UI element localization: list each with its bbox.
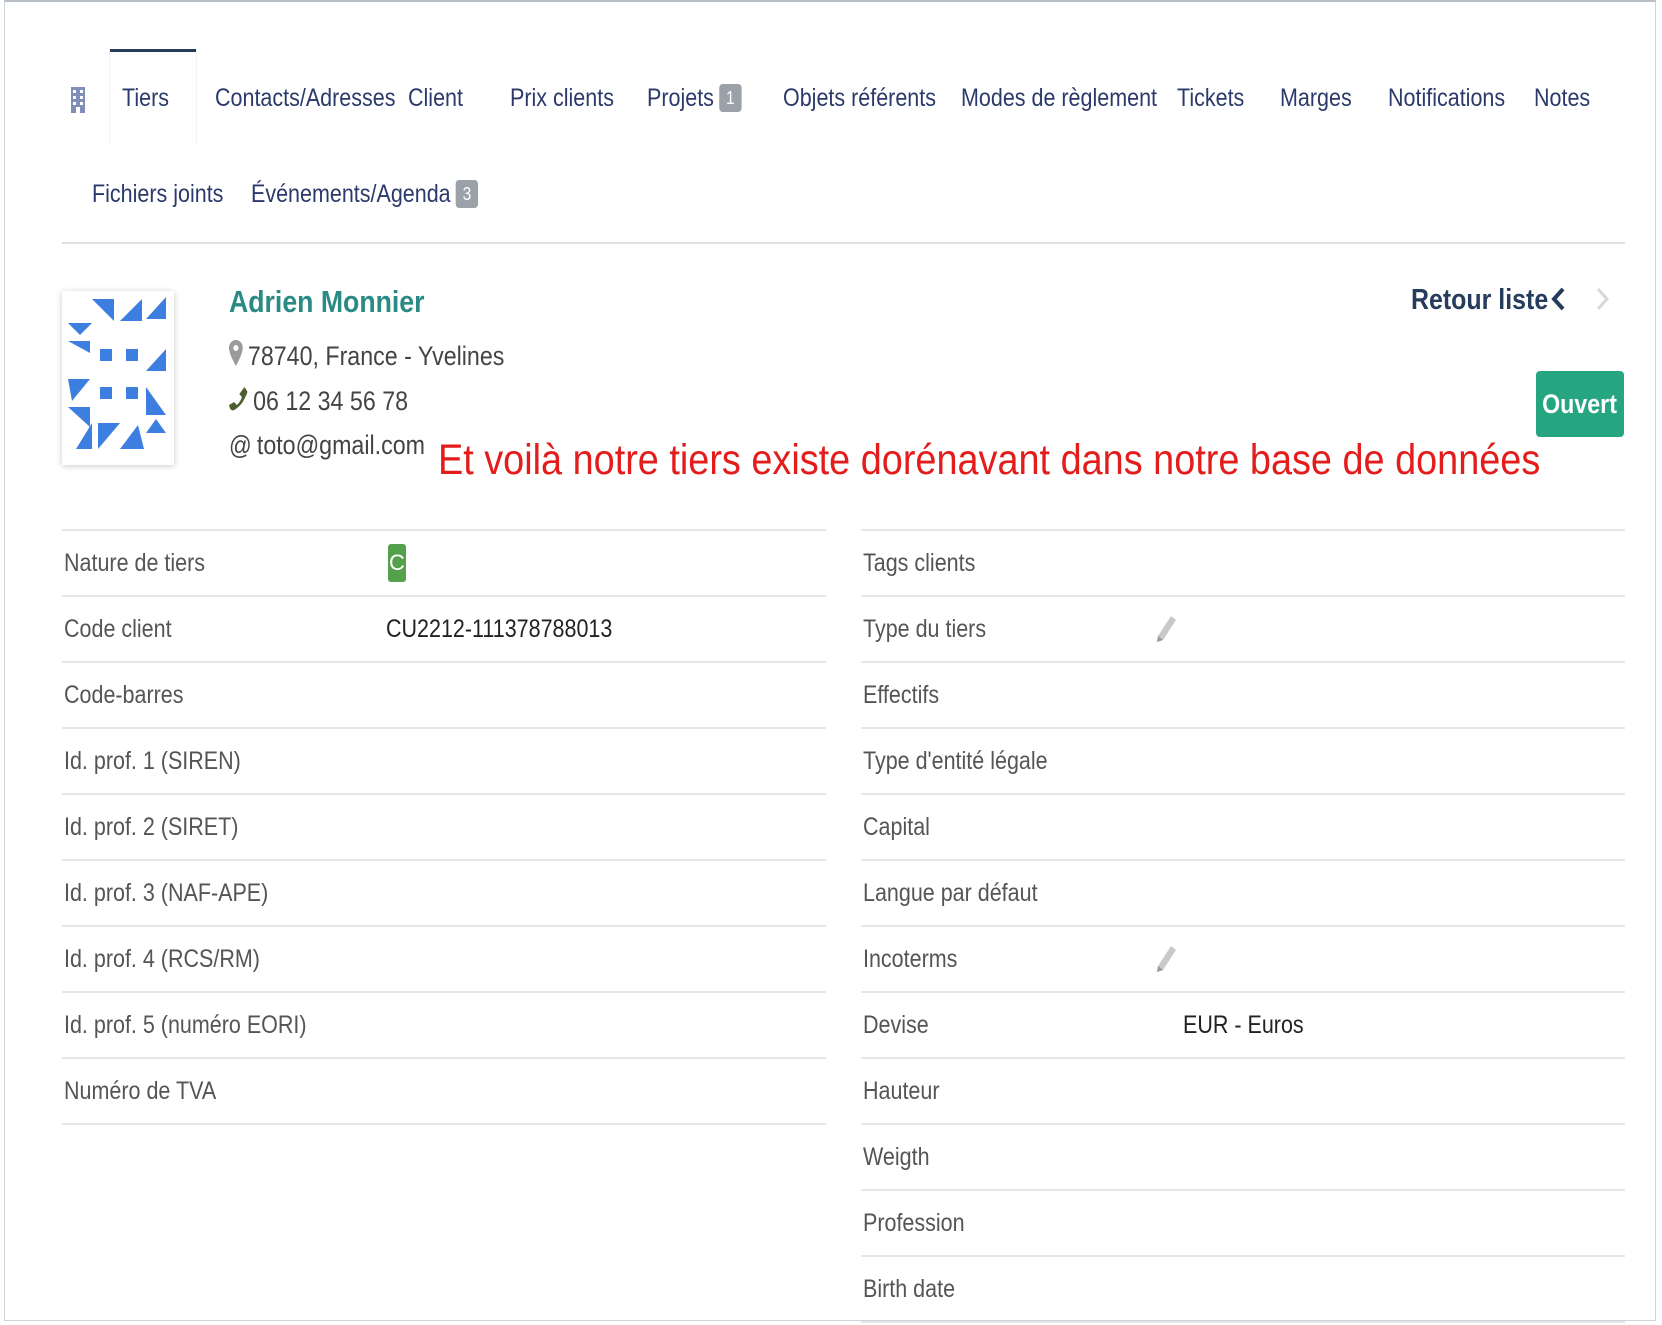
customer-type-badge: C — [388, 544, 406, 582]
fields-right: Tags clients Type du tiers Effectifs Typ… — [861, 529, 1625, 1323]
field-label: Id. prof. 3 (NAF-APE) — [64, 879, 269, 907]
tab-tickets[interactable]: Tickets — [1177, 52, 1244, 144]
field-label: Profession — [863, 1209, 965, 1237]
field-row: Type d'entité légale — [861, 729, 1625, 795]
annotation-text: Et voilà notre tiers existe dorénavant d… — [438, 436, 1541, 484]
field-value: EUR - Euros — [1183, 1011, 1304, 1039]
field-label: Tags clients — [863, 549, 976, 577]
field-row: Id. prof. 2 (SIRET) — [62, 795, 826, 861]
tab-prix-clients[interactable]: Prix clients — [510, 52, 614, 144]
field-label: Type d'entité légale — [863, 747, 1048, 775]
count-badge: 1 — [719, 84, 742, 112]
address-line: 78740, France - Yvelines — [229, 340, 504, 373]
tab-objets-referents[interactable]: Objets référents — [783, 52, 936, 144]
tab-bar: Tiers Contacts/Adresses Client Prix clie… — [62, 49, 1625, 244]
field-label: Numéro de TVA — [64, 1077, 217, 1105]
field-label: Id. prof. 5 (numéro EORI) — [64, 1011, 307, 1039]
chevron-left-icon[interactable] — [1550, 283, 1566, 320]
thirdparty-name[interactable]: Adrien Monnier — [229, 284, 425, 320]
status-badge[interactable]: Ouvert — [1536, 371, 1624, 437]
field-row: Id. prof. 4 (RCS/RM) — [62, 927, 826, 993]
tab-tiers[interactable]: Tiers — [110, 49, 196, 144]
field-row: Id. prof. 5 (numéro EORI) — [62, 993, 826, 1059]
field-label: Birth date — [863, 1275, 956, 1303]
building-icon[interactable] — [71, 87, 85, 113]
avatar — [62, 291, 174, 465]
field-label: Langue par défaut — [863, 879, 1038, 907]
chevron-right-icon[interactable] — [1595, 283, 1611, 320]
field-row: Nature de tiers C — [62, 531, 826, 597]
field-label: Type du tiers — [863, 615, 987, 643]
field-row: Incoterms — [861, 927, 1625, 993]
field-label: Id. prof. 4 (RCS/RM) — [64, 945, 260, 973]
field-row: Type du tiers — [861, 597, 1625, 663]
field-value: CU2212-111378788013 — [386, 615, 613, 643]
field-row: Code client CU2212-111378788013 — [62, 597, 826, 663]
email-line[interactable]: @ toto@gmail.com — [229, 430, 425, 461]
tab-modes-reglement[interactable]: Modes de règlement — [961, 52, 1157, 144]
field-row: Code-barres — [62, 663, 826, 729]
field-row: Id. prof. 1 (SIREN) — [62, 729, 826, 795]
tab-notifications[interactable]: Notifications — [1388, 52, 1505, 144]
field-row: Numéro de TVA — [62, 1059, 826, 1125]
field-label: Capital — [863, 813, 930, 841]
phone-icon — [229, 385, 248, 418]
tab-contacts[interactable]: Contacts/Adresses — [215, 52, 395, 144]
field-label: Devise — [863, 1011, 929, 1039]
tab-projets[interactable]: Projets 1 — [647, 52, 742, 144]
field-row: Devise EUR - Euros — [861, 993, 1625, 1059]
tab-client[interactable]: Client — [408, 52, 463, 144]
field-label: Id. prof. 1 (SIREN) — [64, 747, 241, 775]
field-label: Incoterms — [863, 945, 958, 973]
count-badge: 3 — [455, 180, 479, 208]
map-marker-icon — [229, 340, 243, 373]
fields-left: Nature de tiers C Code client CU2212-111… — [62, 529, 826, 1125]
tab-notes[interactable]: Notes — [1534, 52, 1590, 144]
pencil-icon[interactable] — [1155, 944, 1177, 974]
field-row: Tags clients — [861, 531, 1625, 597]
field-label: Nature de tiers — [64, 549, 206, 577]
field-label: Code client — [64, 615, 172, 643]
tab-marges[interactable]: Marges — [1280, 52, 1352, 144]
field-label: Weigth — [863, 1143, 930, 1171]
page-frame: Tiers Contacts/Adresses Client Prix clie… — [4, 0, 1656, 1323]
tab-evenements-agenda[interactable]: Événements/Agenda 3 — [251, 148, 479, 240]
phone-line: 06 12 34 56 78 — [229, 385, 408, 418]
pencil-icon[interactable] — [1155, 614, 1177, 644]
back-to-list-link[interactable]: Retour liste — [1411, 284, 1548, 317]
field-label: Id. prof. 2 (SIRET) — [64, 813, 239, 841]
at-icon: @ — [229, 430, 252, 460]
field-label: Code-barres — [64, 681, 184, 709]
field-row: Id. prof. 3 (NAF-APE) — [62, 861, 826, 927]
field-row: Capital — [861, 795, 1625, 861]
field-label: Hauteur — [863, 1077, 940, 1105]
field-row: Langue par défaut — [861, 861, 1625, 927]
field-label: Effectifs — [863, 681, 940, 709]
field-row: Effectifs — [861, 663, 1625, 729]
field-row: Weigth — [861, 1125, 1625, 1191]
field-row: Birth date — [861, 1257, 1625, 1323]
field-row: Profession — [861, 1191, 1625, 1257]
field-row: Hauteur — [861, 1059, 1625, 1125]
tab-fichiers-joints[interactable]: Fichiers joints — [92, 148, 223, 240]
